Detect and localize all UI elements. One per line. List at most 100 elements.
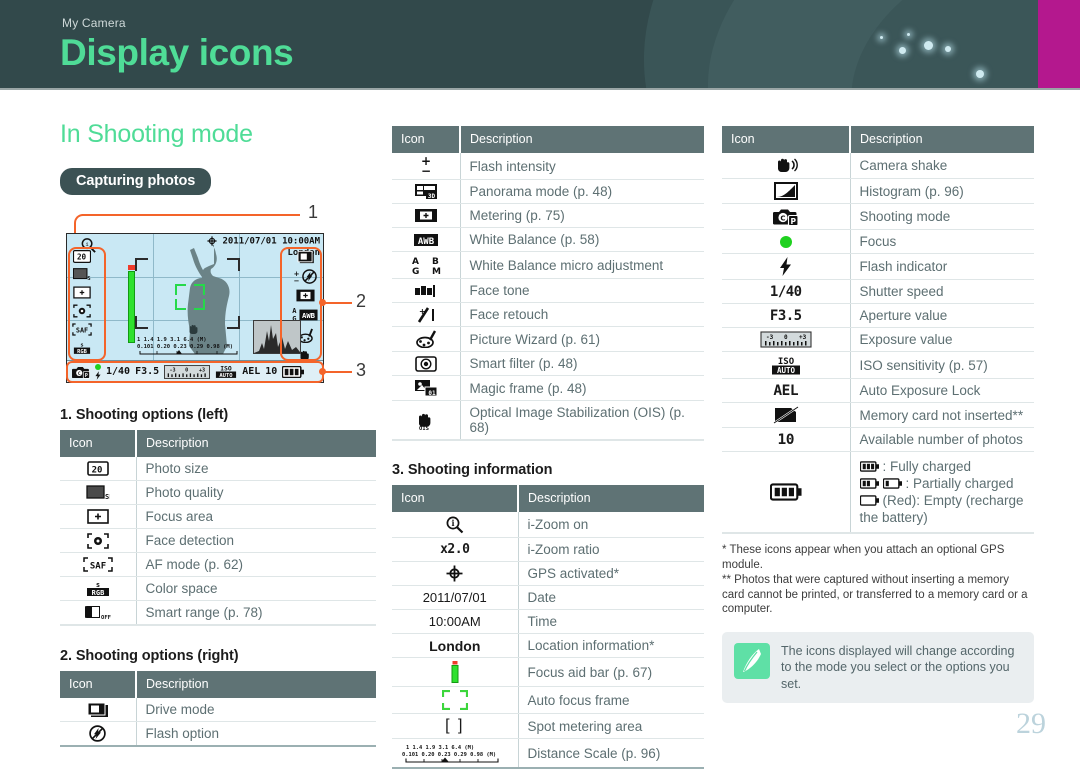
table-row: 2011/07/01 Date <box>392 585 704 610</box>
shooting-options-left-table: Icon Description 20 Photo size SF Photo qu… <box>60 430 376 626</box>
right-column: Icon Description Camera shake Histogram … <box>722 126 1034 703</box>
row-description: Magic frame (p. 48) <box>460 375 704 401</box>
row-description: Drive mode <box>136 698 376 722</box>
row-description: i-Zoom ratio <box>518 537 704 562</box>
banner-dot-1 <box>880 36 883 39</box>
ois-icon: OIS <box>392 400 461 441</box>
camera-shake-icon <box>722 153 851 179</box>
table-row: ISO AUTO ISO sensitivity (p. 57) <box>722 351 1034 379</box>
col-header-icon: Icon <box>392 126 461 153</box>
ael-text: AEL <box>722 378 851 403</box>
focus-aid-bar-icon <box>392 657 519 687</box>
capturing-photos-pill: Capturing photos <box>60 168 212 195</box>
battery-states-cell: : Fully charged : Partially charged (Red… <box>850 451 1035 534</box>
banner-dot-2 <box>899 47 906 54</box>
table-row: SAF AF mode (p. 62) <box>60 552 376 577</box>
table-row: Histogram (p. 96) <box>722 178 1034 204</box>
table-row: 01 Magic frame (p. 48) <box>392 375 704 401</box>
svg-text:RGB: RGB <box>91 589 104 597</box>
focus-aid-bar <box>128 265 135 343</box>
callout-number-2: 2 <box>356 291 367 311</box>
page-number: 29 <box>1016 707 1046 740</box>
battery-empty-label-2: the battery) <box>859 510 928 525</box>
table-row: Focus aid bar (p. 67) <box>392 657 704 687</box>
lcd-date: 2011/07/01 <box>222 236 277 247</box>
flash-indicator-icon <box>722 253 851 280</box>
table-row: A B G M White Balance micro adjustment <box>392 251 704 279</box>
table-row: Metering (p. 75) <box>392 203 704 228</box>
callout-number-1: 1 <box>308 202 319 222</box>
svg-text:1 1.4 1.9 3.1 6.4 (M): 1 1.4 1.9 3.1 6.4 (M) <box>137 337 207 343</box>
col-header-description: Description <box>850 126 1034 153</box>
auto-focus-frame <box>175 284 205 310</box>
auto-focus-frame-icon <box>392 686 519 714</box>
flash-off-icon <box>60 721 137 747</box>
svg-text:M: M <box>432 267 441 275</box>
battery-partial-label: : Partially charged <box>905 476 1014 491</box>
banner-dot-4 <box>924 41 933 50</box>
row-description: Auto focus frame <box>518 686 704 714</box>
table-info-title: 3. Shooting information <box>392 462 553 478</box>
col-header-description: Description <box>136 430 376 457</box>
table-row: F3.5 Aperture value <box>722 303 1034 328</box>
gps-activated-icon <box>207 236 217 246</box>
frame-corner-br <box>227 316 240 329</box>
table-row: x2.0 i-Zoom ratio <box>392 537 704 562</box>
row-description: White Balance (p. 58) <box>460 227 704 252</box>
svg-text:3D: 3D <box>428 193 436 200</box>
table-row-battery: : Fully charged : Partially charged (Red… <box>722 451 1035 534</box>
pen-tip-icon <box>734 642 770 679</box>
svg-text:SAF: SAF <box>90 562 106 572</box>
location-text: London <box>392 633 519 658</box>
lcd-distance-scale: 1 1.4 1.9 3.1 6.4 (M) 0.101 0.20 0.23 0.… <box>137 334 253 361</box>
row-description: Focus aid bar (p. 67) <box>518 657 704 687</box>
table-row: + − Flash intensity <box>392 153 704 180</box>
footnote-1: * These icons appear when you attach an … <box>722 544 1005 571</box>
table-row: Camera shake <box>722 153 1034 179</box>
row-description: Time <box>518 609 704 634</box>
middle-column: Icon Description + − Flash intensity 3D Pan… <box>392 126 704 769</box>
banner-dot-5 <box>945 46 951 52</box>
row-description: Color space <box>136 576 376 601</box>
row-description: Memory card not inserted** <box>850 402 1034 428</box>
callout-1-line <box>82 214 300 216</box>
table-row: + Face retouch <box>392 302 704 327</box>
callout-number-3: 3 <box>356 360 367 380</box>
magic-frame-icon: 01 <box>392 375 461 401</box>
picture-wizard-icon <box>392 326 461 352</box>
aperture-value-text: F3.5 <box>722 303 851 328</box>
row-description: Metering (p. 75) <box>460 203 704 228</box>
focus-area-icon <box>60 504 137 529</box>
breadcrumb-kicker: My Camera <box>62 16 126 30</box>
col-header-description: Description <box>460 126 704 153</box>
color-space-srgb-icon: s RGB <box>60 576 137 601</box>
svg-text:AWB: AWB <box>418 237 435 247</box>
svg-text:-3: -3 <box>766 334 774 341</box>
col-header-description: Description <box>136 671 376 698</box>
shooting-options-right-table: Icon Description Drive mode Flash option <box>60 671 376 747</box>
smart-range-off-icon: OFF <box>60 600 137 626</box>
table-row: -3 0 +3 Exposure value <box>722 327 1034 352</box>
table-row: Memory card not inserted** <box>722 402 1034 428</box>
row-description: Smart filter (p. 48) <box>460 351 704 376</box>
tip-text: The icons displayed will change accordin… <box>781 643 1015 691</box>
svg-text:0.101 0.20 0.23 0.29 0.98 (M): 0.101 0.20 0.23 0.29 0.98 (M) <box>137 344 233 350</box>
table-row: SF Photo quality <box>60 480 376 505</box>
callout-3-dot <box>319 368 326 375</box>
svg-text:SF: SF <box>105 493 110 500</box>
table-row: Face detection <box>60 528 376 553</box>
row-description: i-Zoom on <box>518 512 704 538</box>
izoom-on-icon: i <box>392 512 519 538</box>
row-description: Picture Wizard (p. 61) <box>460 326 704 352</box>
row-description: Distance Scale (p. 96) <box>518 738 704 769</box>
battery-empty-icon <box>859 495 879 506</box>
banner-dot-6 <box>976 70 984 78</box>
gps-activated-icon <box>392 561 519 586</box>
battery-full-line: : Fully charged <box>859 458 1035 475</box>
row-description: Photo quality <box>136 480 376 505</box>
af-mode-saf-icon: SAF <box>60 552 137 577</box>
row-description: Exposure value <box>850 327 1034 352</box>
table-row: i i-Zoom on <box>392 512 704 538</box>
flash-intensity-plus-minus-icon: + − <box>392 153 461 180</box>
wb-micro-adjust-abgm-icon: A B G M <box>392 251 461 279</box>
